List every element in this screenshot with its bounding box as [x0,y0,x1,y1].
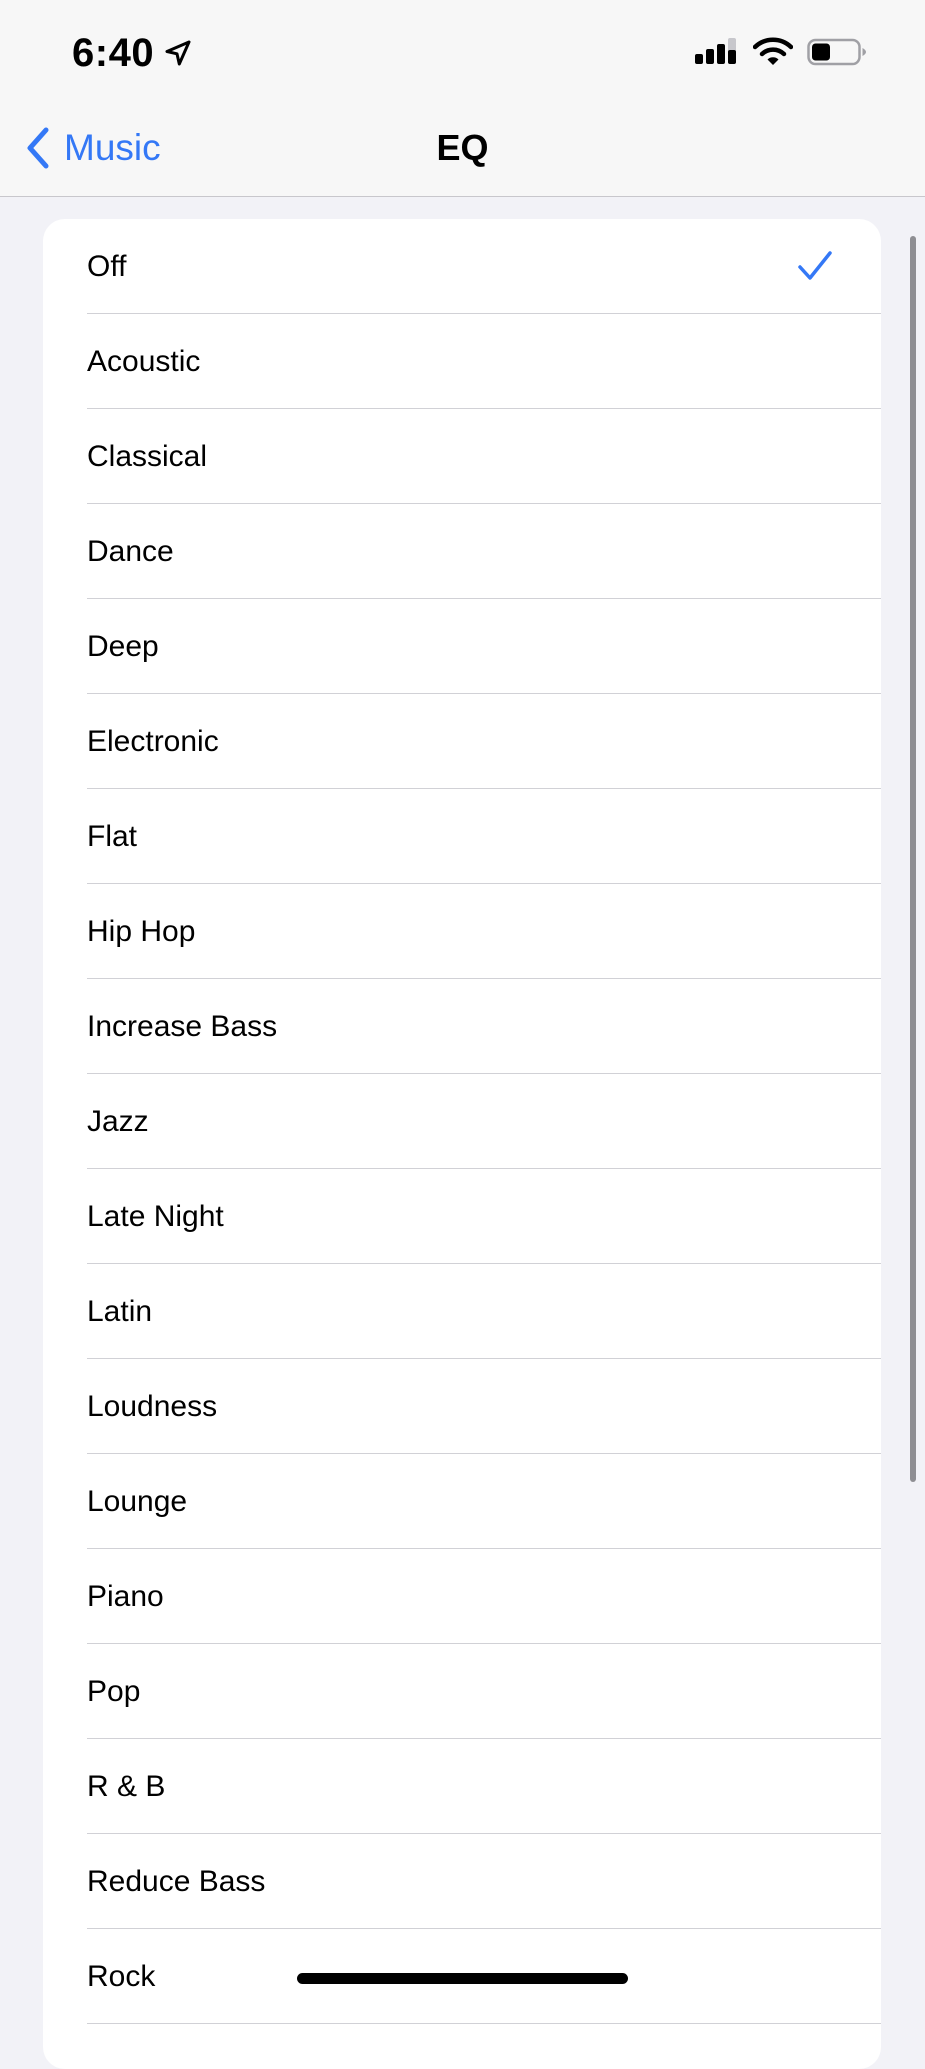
eq-option-label: Loudness [87,1390,218,1423]
wifi-icon [753,37,793,65]
navigation-bar: Music EQ [0,100,925,197]
eq-option-label: Latin [87,1295,153,1328]
page-title: EQ [436,127,489,168]
eq-option-latin[interactable]: Latin [43,1264,881,1359]
row-separator [87,2023,881,2024]
eq-option-hip-hop[interactable]: Hip Hop [43,884,881,979]
eq-option-label: Lounge [87,1485,188,1518]
eq-option-label: Classical [87,440,208,473]
eq-option-flat[interactable]: Flat [43,789,881,884]
eq-option-label: Pop [87,1675,141,1708]
eq-option-label: Electronic [87,725,219,758]
location-arrow-icon [165,40,191,66]
eq-option-late-night[interactable]: Late Night [43,1169,881,1264]
eq-option-label: R & B [87,1770,166,1803]
status-time-group: 6:40 [72,28,194,78]
eq-option-label: Late Night [87,1200,224,1233]
status-bar: 6:40 [0,0,925,100]
eq-option-jazz[interactable]: Jazz [43,1074,881,1169]
eq-options-list: Off Acoustic Classical Dance Deep Electronic F… [43,219,881,2069]
eq-option-label: Deep [87,630,159,663]
checkmark-icon [798,251,832,280]
eq-option-label: Increase Bass [87,1010,278,1043]
eq-option-lounge[interactable]: Lounge [43,1454,881,1549]
cellular-signal-icon [695,38,736,64]
eq-option-label: Jazz [87,1105,149,1138]
eq-option-label: Off [87,250,127,283]
eq-option-reduce-bass[interactable]: Reduce Bass [43,1834,881,1929]
eq-option-increase-bass[interactable]: Increase Bass [43,979,881,1074]
battery-icon [807,38,866,66]
eq-option-acoustic[interactable]: Acoustic [43,314,881,409]
scrollbar[interactable] [910,236,916,1482]
eq-option-off[interactable]: Off [43,219,881,314]
eq-option-label: Hip Hop [87,915,196,948]
eq-option-piano[interactable]: Piano [43,1549,881,1644]
eq-option-dance[interactable]: Dance [43,504,881,599]
eq-option-classical[interactable]: Classical [43,409,881,504]
eq-option-label: Acoustic [87,345,201,378]
eq-option-electronic[interactable]: Electronic [43,694,881,789]
eq-option-r-b[interactable]: R & B [43,1739,881,1834]
eq-option-label: Dance [87,535,174,568]
eq-option-pop[interactable]: Pop [43,1644,881,1739]
eq-option-deep[interactable]: Deep [43,599,881,694]
eq-option-label: Reduce Bass [87,1865,266,1898]
eq-option-loudness[interactable]: Loudness [43,1359,881,1454]
eq-option-label: Piano [87,1580,164,1613]
home-indicator[interactable] [297,1973,628,1984]
eq-option-label: Flat [87,820,138,853]
status-time: 6:40 [72,30,155,75]
status-icons [695,34,867,70]
eq-option-label: Rock [87,1960,156,1993]
